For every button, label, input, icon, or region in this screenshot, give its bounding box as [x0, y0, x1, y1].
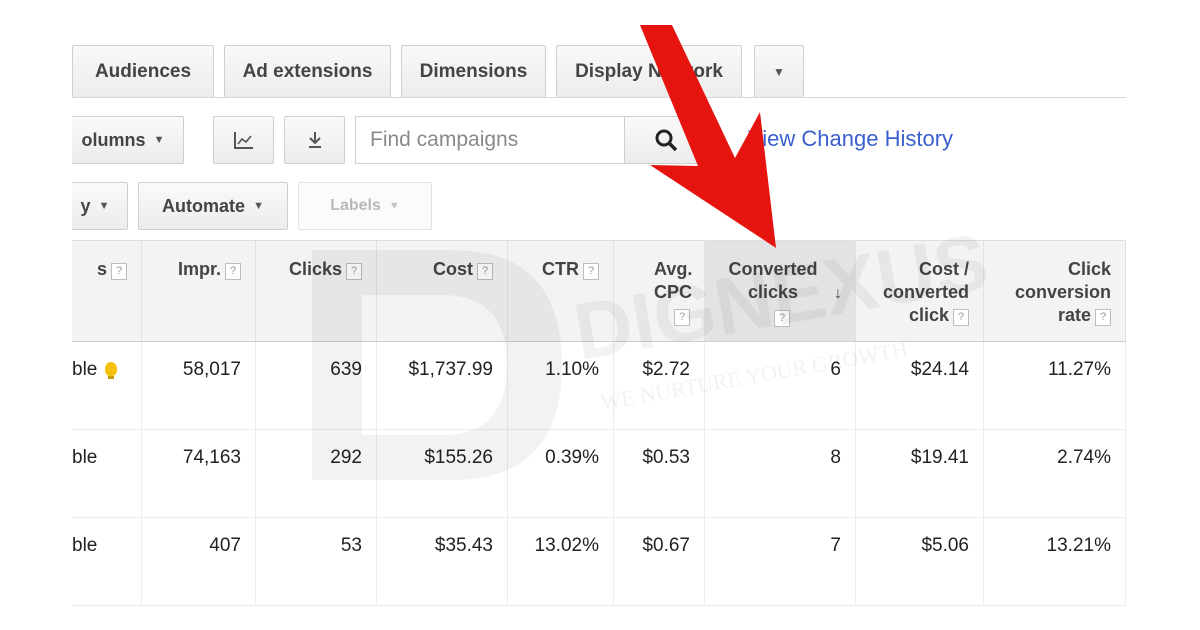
header-label: Clicks	[288, 259, 342, 279]
cell-cost-per-conversion: $19.41	[856, 430, 984, 518]
chevron-down-icon: ▼	[253, 200, 264, 212]
tab-ad-extensions[interactable]: Ad extensions	[224, 45, 391, 97]
chevron-down-icon: ▼	[98, 200, 110, 212]
download-icon	[308, 132, 321, 148]
cell-cost-per-conversion: $24.14	[856, 342, 984, 430]
chevron-down-icon: ▼	[773, 64, 785, 79]
search-icon	[655, 129, 677, 152]
chevron-down-icon: ▼	[388, 200, 400, 212]
automate-button[interactable]: Automate ▼	[138, 182, 288, 230]
status-text: ble	[72, 359, 98, 380]
lightbulb-icon[interactable]	[105, 362, 118, 379]
header-label: Converted clicks	[728, 259, 818, 302]
help-icon[interactable]: ?	[477, 263, 493, 280]
column-header-conversion-rate[interactable]: Click conversion rate?	[984, 240, 1126, 342]
cell-avg-cpc: $2.72	[614, 342, 705, 430]
header-label: Cost	[433, 259, 473, 279]
line-chart-icon	[233, 132, 253, 149]
cell-avg-cpc: $0.53	[614, 430, 705, 518]
automate-label: Automate	[162, 195, 246, 216]
cell-conversion-rate: 11.27%	[984, 342, 1126, 430]
column-header-impr[interactable]: Impr.?	[142, 240, 256, 342]
cell-ctr: 13.02%	[508, 518, 614, 606]
chart-button[interactable]	[213, 116, 274, 164]
tab-display-network[interactable]: Display Network	[556, 45, 742, 97]
sort-descending-icon: ↓	[834, 285, 842, 302]
header-label: s	[96, 259, 107, 279]
tab-audiences[interactable]: Audiences	[72, 45, 214, 97]
bid-strategy-label: y	[80, 195, 91, 216]
tab-label: Dimensions	[419, 60, 528, 82]
cell-impr: 407	[142, 518, 256, 606]
tab-dimensions[interactable]: Dimensions	[401, 45, 546, 97]
search-button[interactable]	[625, 116, 707, 164]
chevron-down-icon: ▼	[153, 134, 165, 146]
download-button[interactable]	[284, 116, 345, 164]
column-header-ctr[interactable]: CTR?	[508, 240, 614, 342]
column-header-clicks[interactable]: Clicks?	[256, 240, 377, 342]
cell-ctr: 0.39%	[508, 430, 614, 518]
help-icon[interactable]: ?	[583, 263, 599, 280]
view-change-history-link[interactable]: View Change History	[748, 126, 953, 152]
cell-clicks: 53	[256, 518, 377, 606]
cell-cost: $35.43	[377, 518, 508, 606]
column-header-cost[interactable]: Cost?	[377, 240, 508, 342]
column-header-converted-clicks[interactable]: Converted clicks ↓?	[705, 240, 856, 342]
bid-strategy-button[interactable]: y ▼	[72, 182, 128, 230]
cell-cost: $1,737.99	[377, 342, 508, 430]
labels-label: Labels	[330, 197, 381, 214]
help-icon[interactable]: ?	[346, 263, 362, 280]
help-icon[interactable]: ?	[674, 309, 690, 326]
cell-clicks: 292	[256, 430, 377, 518]
cell-avg-cpc: $0.67	[614, 518, 705, 606]
header-label: CTR	[542, 259, 579, 279]
tab-label: Ad extensions	[242, 60, 373, 82]
tab-label: Audiences	[94, 60, 192, 82]
cell-impr: 58,017	[142, 342, 256, 430]
help-icon[interactable]: ?	[774, 310, 790, 327]
column-header-avg-cpc[interactable]: Avg. CPC?	[614, 240, 705, 342]
column-header-cost-per-conversion[interactable]: Cost / converted click?	[856, 240, 984, 342]
cell-conversion-rate: 2.74%	[984, 430, 1126, 518]
column-header-status[interactable]: s?	[72, 240, 142, 342]
tab-bar: Audiences Ad extensions Dimensions Displ…	[72, 0, 1126, 98]
table-row-status: ble	[72, 342, 142, 430]
help-icon[interactable]: ?	[953, 309, 969, 326]
help-icon[interactable]: ?	[1095, 309, 1111, 326]
cell-conversion-rate: 13.21%	[984, 518, 1126, 606]
labels-button[interactable]: Labels ▼	[298, 182, 432, 230]
cell-ctr: 1.10%	[508, 342, 614, 430]
cell-clicks: 639	[256, 342, 377, 430]
tab-label: Display Network	[575, 60, 723, 82]
adwords-campaign-view: Audiences Ad extensions Dimensions Displ…	[72, 0, 1126, 630]
columns-button[interactable]: olumns ▼	[72, 116, 184, 164]
cell-converted-clicks: 6	[705, 342, 856, 430]
cell-cost-per-conversion: $5.06	[856, 518, 984, 606]
more-tabs-button[interactable]: ▼	[754, 45, 804, 97]
header-label: Impr.	[177, 259, 221, 279]
cell-converted-clicks: 7	[705, 518, 856, 606]
columns-label: olumns	[81, 129, 146, 150]
cell-impr: 74,163	[142, 430, 256, 518]
table-row-status: ble	[72, 430, 142, 518]
cell-cost: $155.26	[377, 430, 508, 518]
search-input[interactable]	[355, 116, 625, 164]
cell-converted-clicks: 8	[705, 430, 856, 518]
header-label: Avg. CPC	[654, 259, 693, 302]
help-icon[interactable]: ?	[111, 263, 127, 280]
help-icon[interactable]: ?	[225, 263, 241, 280]
table-row-status: ble	[72, 518, 142, 606]
